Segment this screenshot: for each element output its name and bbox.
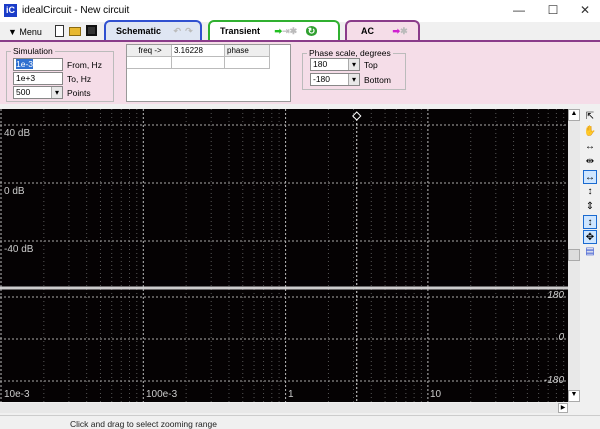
- status-text: Click and drag to select zooming range: [70, 419, 217, 429]
- bode-plot[interactable]: 40 dB 0 dB -40 dB 180 0 -180 10e-3 100e-…: [0, 109, 568, 402]
- ac-settings-panel: Simulation 1e-3 From, Hz 1e+3 To, Hz 500…: [0, 40, 600, 104]
- scroll-up-icon[interactable]: ▲: [568, 109, 580, 121]
- plot-tools: ⇱ ✋ ↔ ⇹ ↔ ↕ ⇕ ↕ ✥ ▤: [582, 110, 600, 260]
- run-arrow-icon[interactable]: ➡: [393, 26, 401, 36]
- tab-label: Schematic: [116, 26, 162, 36]
- table-icon[interactable]: ▤: [583, 245, 597, 259]
- run-arrow-icon[interactable]: ➡: [275, 26, 283, 36]
- phase-axis-label: -180: [543, 375, 564, 386]
- phase-bottom-select[interactable]: -180: [310, 73, 360, 86]
- phase-axis-label: 0: [558, 332, 564, 343]
- group-title: Phase scale, degrees: [309, 48, 391, 58]
- tab-schematic[interactable]: Schematic ↶ ↷: [104, 20, 202, 41]
- menu-label: Menu: [19, 27, 42, 37]
- fit-horizontal-icon[interactable]: ↔: [583, 170, 597, 184]
- menu-button[interactable]: ▼ Menu: [8, 27, 42, 37]
- loop-icon[interactable]: ↻: [305, 26, 318, 36]
- grid-header: phase: [225, 45, 270, 57]
- grid-header: freq ->: [127, 45, 172, 57]
- magnitude-axis-label: 0 dB: [4, 186, 25, 197]
- horizontal-scrollbar[interactable]: ▶: [0, 403, 568, 413]
- title-bar: iC idealCircuit - New circuit — ☐ ✕: [0, 0, 600, 22]
- close-button[interactable]: ✕: [572, 2, 598, 18]
- phase-top-label: Top: [364, 60, 378, 70]
- save-icon[interactable]: [86, 25, 97, 36]
- points-label: Points: [67, 88, 91, 98]
- new-file-icon[interactable]: [55, 25, 64, 37]
- step-icon[interactable]: ⇥: [282, 26, 290, 36]
- tab-label: AC: [361, 26, 374, 36]
- scroll-down-icon[interactable]: ▼: [568, 390, 580, 402]
- open-folder-icon[interactable]: [69, 27, 81, 36]
- results-grid: freq -> 3.16228 phase: [126, 44, 291, 102]
- zoom-in-vertical-icon[interactable]: ↕: [583, 185, 597, 199]
- grid-cell[interactable]: [172, 57, 225, 69]
- scrollbar-thumb[interactable]: [568, 249, 580, 261]
- triangle-down-icon: ▼: [8, 27, 20, 37]
- phase-bottom-label: Bottom: [364, 75, 391, 85]
- minimize-button[interactable]: —: [506, 2, 532, 18]
- tab-label: Transient: [220, 26, 261, 36]
- plot-canvas[interactable]: [0, 109, 568, 402]
- group-title: Simulation: [13, 46, 53, 56]
- from-hz-label: From, Hz: [67, 60, 102, 70]
- from-hz-input[interactable]: 1e-3: [13, 58, 63, 71]
- tab-transient[interactable]: Transient ➡⇥✱ ↻: [208, 20, 340, 41]
- magnitude-axis-label: -40 dB: [4, 244, 34, 255]
- to-hz-label: To, Hz: [67, 74, 92, 84]
- to-hz-input[interactable]: 1e+3: [13, 72, 63, 85]
- frequency-axis-label: 1: [288, 389, 294, 400]
- frequency-axis-label: 10: [430, 389, 442, 400]
- zoom-out-vertical-icon[interactable]: ⇕: [583, 200, 597, 214]
- hand-pan-icon[interactable]: ✋: [583, 125, 597, 139]
- points-select[interactable]: 500: [13, 86, 63, 99]
- pointer-icon[interactable]: ⇱: [583, 110, 597, 124]
- vertical-scrollbar[interactable]: ▲ ▼: [568, 109, 580, 402]
- zoom-in-horizontal-icon[interactable]: ↔: [583, 140, 597, 154]
- phase-top-select[interactable]: 180: [310, 58, 360, 71]
- grid-cell-freq[interactable]: 3.16228: [172, 45, 225, 57]
- fit-all-icon[interactable]: ✥: [583, 230, 597, 244]
- app-logo-icon: iC: [4, 4, 17, 17]
- magnitude-axis-label: 40 dB: [4, 128, 31, 139]
- status-bar: Click and drag to select zooming range: [0, 415, 600, 429]
- scroll-right-icon[interactable]: ▶: [558, 403, 568, 413]
- frequency-axis-label: 100e-3: [146, 389, 178, 400]
- maximize-button[interactable]: ☐: [540, 2, 566, 18]
- stop-icon[interactable]: ✱: [400, 26, 408, 36]
- frequency-axis-label: 10e-3: [4, 389, 30, 400]
- input-value: 1e-3: [16, 59, 34, 69]
- redo-icon[interactable]: ↷: [185, 26, 193, 36]
- phase-axis-label: 180: [547, 290, 564, 301]
- undo-icon[interactable]: ↶: [174, 26, 182, 36]
- zoom-out-horizontal-icon[interactable]: ⇹: [583, 155, 597, 169]
- grid-cell[interactable]: [225, 57, 270, 69]
- fit-vertical-icon[interactable]: ↕: [583, 215, 597, 229]
- stop-icon[interactable]: ✱: [290, 26, 298, 36]
- window-title: idealCircuit - New circuit: [22, 5, 130, 16]
- grid-cell[interactable]: [127, 57, 172, 69]
